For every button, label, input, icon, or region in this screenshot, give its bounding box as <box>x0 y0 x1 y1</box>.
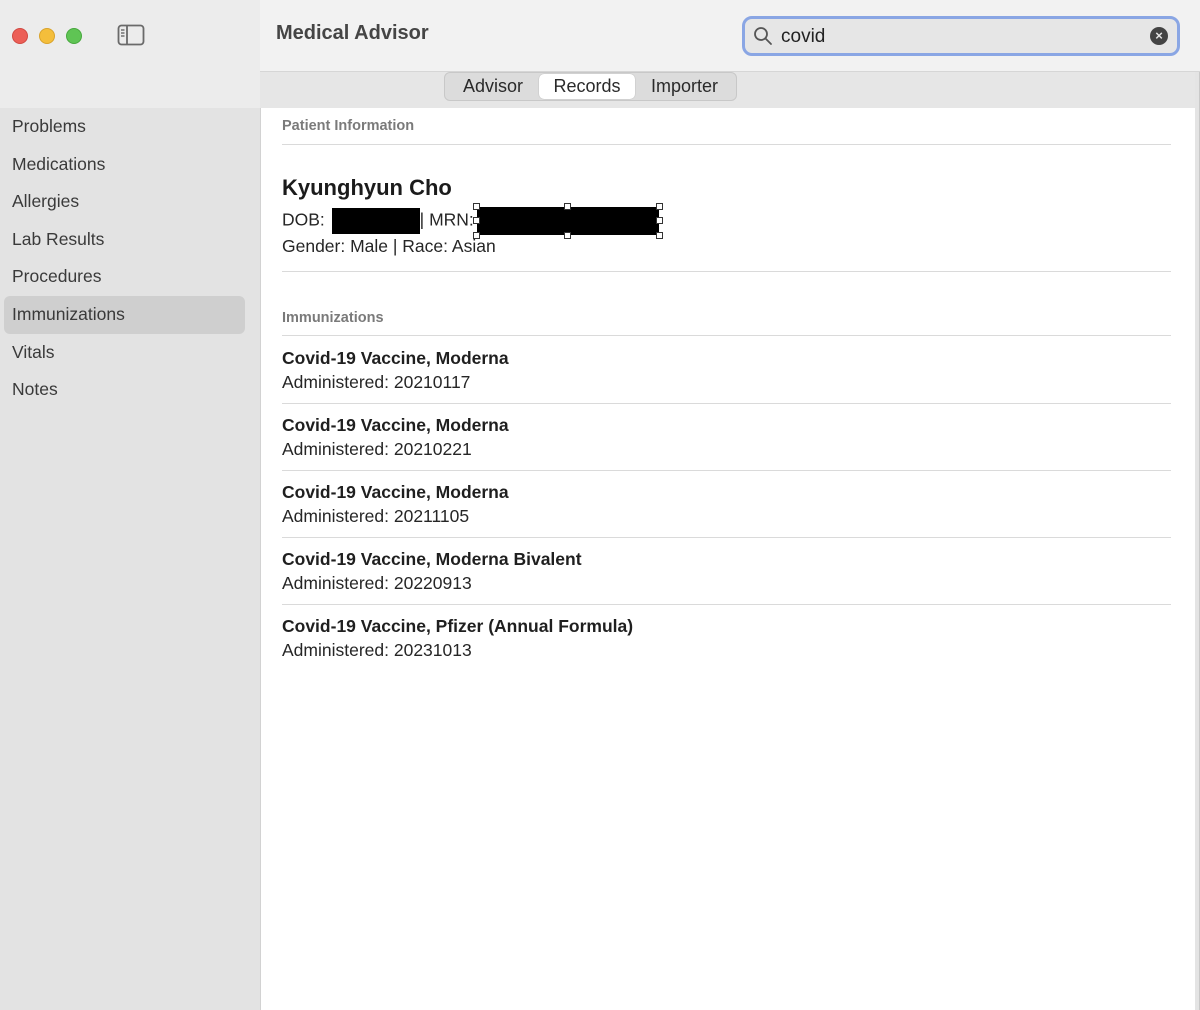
divider <box>282 470 1171 471</box>
list-item: Covid-19 Vaccine, Pfizer (Annual Formula… <box>282 614 1171 662</box>
sidebar-item-allergies[interactable]: Allergies <box>4 183 245 221</box>
immunization-name: Covid-19 Vaccine, Moderna <box>282 415 509 435</box>
close-window-button[interactable] <box>12 28 28 44</box>
resize-handle[interactable] <box>563 203 571 210</box>
resize-handle[interactable] <box>563 232 571 239</box>
sidebar-item-immunizations[interactable]: Immunizations <box>4 295 245 334</box>
resize-handle[interactable] <box>655 217 663 224</box>
sidebar: Problems Medications Allergies Lab Resul… <box>0 0 260 1010</box>
list-item: Covid-19 Vaccine, Moderna Bivalent Admin… <box>282 547 1171 595</box>
divider <box>282 537 1171 538</box>
tab-bar: Advisor Records Importer <box>260 72 1195 108</box>
dob-redaction <box>331 208 420 234</box>
sidebar-item-problems[interactable]: Problems <box>4 108 245 146</box>
tab-records[interactable]: Records <box>539 74 635 99</box>
patient-id-line: DOB: | MRN: <box>282 203 663 239</box>
sidebar-item-notes[interactable]: Notes <box>4 371 245 409</box>
mrn-redaction[interactable] <box>472 203 663 239</box>
divider <box>282 403 1171 404</box>
list-item: Covid-19 Vaccine, Moderna Administered: … <box>282 480 1171 528</box>
immunization-date: Administered: 20210221 <box>282 439 472 459</box>
divider <box>282 335 1171 336</box>
sidebar-item-medications[interactable]: Medications <box>4 146 245 184</box>
divider <box>282 144 1171 145</box>
app-title: Medical Advisor <box>276 22 429 44</box>
immunization-date: Administered: 20220913 <box>282 573 472 593</box>
divider <box>282 271 1171 272</box>
search-input[interactable] <box>781 25 1141 49</box>
patient-name: Kyunghyun Cho <box>282 175 452 200</box>
immunization-name: Covid-19 Vaccine, Moderna <box>282 482 509 502</box>
list-item: Covid-19 Vaccine, Moderna Administered: … <box>282 413 1171 461</box>
list-item: Covid-19 Vaccine, Moderna Administered: … <box>282 346 1171 394</box>
resize-handle[interactable] <box>655 203 663 210</box>
immunization-date: Administered: 20231013 <box>282 640 472 660</box>
immunization-name: Covid-19 Vaccine, Moderna Bivalent <box>282 549 582 569</box>
resize-handle[interactable] <box>472 203 480 210</box>
resize-handle[interactable] <box>655 232 663 239</box>
records-content: Patient Information Kyunghyun Cho DOB: |… <box>260 108 1195 1010</box>
tab-importer[interactable]: Importer <box>635 74 734 99</box>
resize-handle[interactable] <box>472 217 480 224</box>
sidebar-toggle-icon[interactable] <box>117 24 145 46</box>
mrn-label: | MRN: <box>419 209 474 230</box>
patient-demographics: Gender: Male | Race: Asian <box>282 236 496 256</box>
immunization-name: Covid-19 Vaccine, Pfizer (Annual Formula… <box>282 616 634 636</box>
minimize-window-button[interactable] <box>39 28 55 44</box>
tab-advisor[interactable]: Advisor <box>447 74 539 99</box>
sidebar-item-lab-results[interactable]: Lab Results <box>4 221 245 259</box>
zoom-window-button[interactable] <box>66 28 82 44</box>
patient-information-header: Patient Information <box>282 118 415 134</box>
sidebar-nav: Problems Medications Allergies Lab Resul… <box>4 108 245 409</box>
immunization-date: Administered: 20211105 <box>282 506 470 526</box>
immunization-date: Administered: 20210117 <box>282 372 471 392</box>
dob-label: DOB: <box>282 209 325 230</box>
clear-search-icon[interactable]: × <box>1150 27 1168 45</box>
search-icon <box>754 27 772 45</box>
sidebar-item-procedures[interactable]: Procedures <box>4 258 245 296</box>
app-window: Problems Medications Allergies Lab Resul… <box>0 0 1200 1010</box>
sidebar-titlebar <box>0 0 260 108</box>
sidebar-item-vitals[interactable]: Vitals <box>4 334 245 372</box>
search-field[interactable]: × <box>742 16 1180 56</box>
immunizations-header: Immunizations <box>282 310 384 326</box>
toolbar: Medical Advisor × <box>260 0 1200 72</box>
immunization-name: Covid-19 Vaccine, Moderna <box>282 348 509 368</box>
divider <box>282 604 1171 605</box>
view-segmented-control: Advisor Records Importer <box>444 72 737 101</box>
